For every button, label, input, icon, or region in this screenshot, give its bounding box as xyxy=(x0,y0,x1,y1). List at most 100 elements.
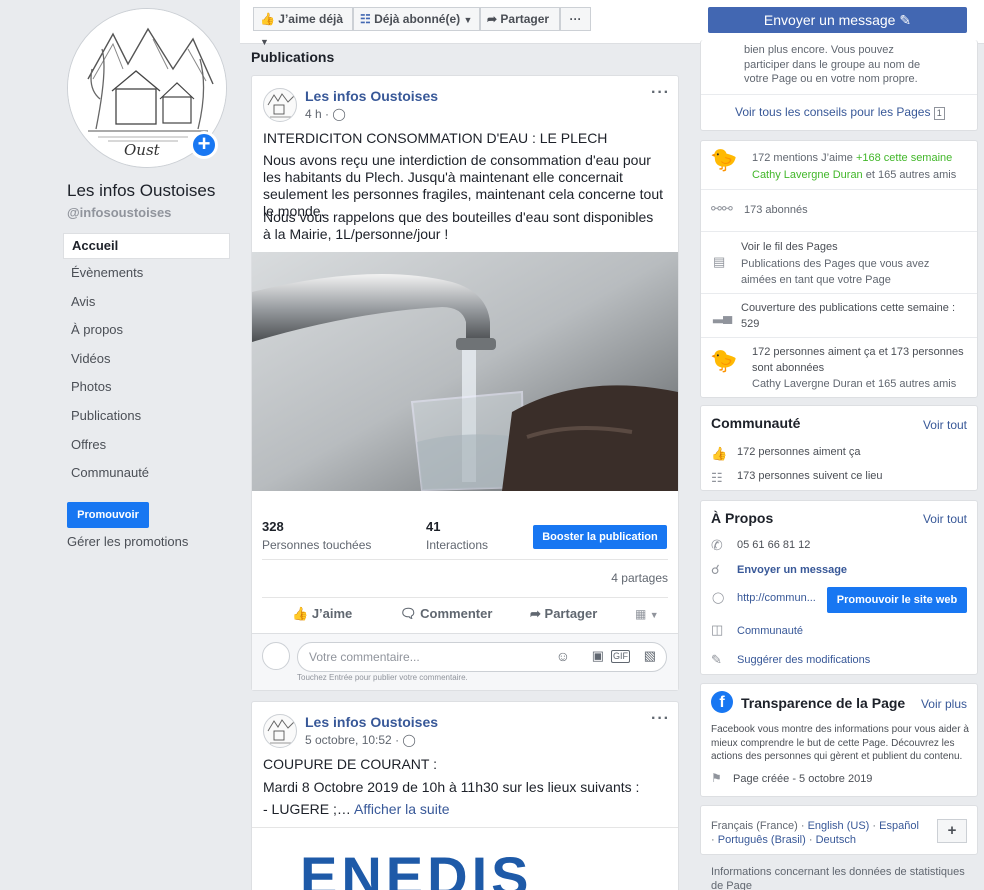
post-paragraph: Nous vous rappelons que des bouteilles d… xyxy=(263,209,654,242)
camera-icon[interactable]: ▣ xyxy=(592,648,604,664)
nav-item-offres[interactable]: Offres xyxy=(63,431,230,460)
share-arrow-icon: ➦ xyxy=(530,606,541,621)
nav-item-photos[interactable]: Photos xyxy=(63,373,230,402)
transparency-see-more[interactable]: Voir plus xyxy=(921,697,967,711)
community-likes[interactable]: 172 personnes aiment ça xyxy=(737,446,861,458)
share-page-button[interactable]: ➦ Partager xyxy=(480,7,560,31)
suggest-edits-link[interactable]: Suggérer des modifications xyxy=(737,654,870,666)
post-menu-icon[interactable]: ··· xyxy=(651,84,670,102)
comment-input[interactable]: Votre commentaire... ☺ ▣ GIF ▧ xyxy=(297,642,667,672)
category-link[interactable]: Communauté xyxy=(737,625,803,637)
feed-icon: ▤ xyxy=(713,254,726,269)
nav-item-accueil[interactable]: Accueil xyxy=(63,233,230,259)
nav-item-videos[interactable]: Vidéos xyxy=(63,345,230,374)
more-options-button[interactable]: ··· xyxy=(560,7,591,31)
post-timestamp[interactable]: 5 octobre, 10:52 · ◯ xyxy=(305,733,416,747)
language-sep: · xyxy=(711,834,715,846)
insights-footer[interactable]: Informations concernant les données de s… xyxy=(711,865,973,890)
post-author-name[interactable]: Les infos Oustoises xyxy=(305,88,438,104)
send-message-button[interactable]: Envoyer un message ✎ xyxy=(708,7,967,33)
summary-text: 172 personnes aiment ça et 173 personnes… xyxy=(752,344,967,392)
add-photo-icon[interactable]: + xyxy=(190,131,218,159)
post-card: Les infos Oustoises 4 h · ◯ ··· INTERDIC… xyxy=(251,75,679,691)
nav-item-avis[interactable]: Avis xyxy=(63,288,230,317)
manage-promotions-link[interactable]: Gérer les promotions xyxy=(67,534,188,549)
subscribed-button[interactable]: ☷ Déjà abonné(e) ▼ xyxy=(353,7,480,31)
comment-bubble-icon: 🗨 xyxy=(400,606,417,621)
page-nav: Accueil Évènements Avis À propos Vidéos … xyxy=(63,233,230,488)
audience-selector[interactable]: ▦ ▼ xyxy=(635,607,659,621)
transparency-title: Transparence de la Page xyxy=(741,695,906,711)
shares-count[interactable]: 4 partages xyxy=(611,571,668,585)
interactions-value: 41 xyxy=(426,519,441,534)
globe-icon: ◯ xyxy=(332,107,346,121)
share-button[interactable]: ➦ Partager xyxy=(530,606,597,622)
community-follows[interactable]: 173 personnes suivent ce lieu xyxy=(737,470,883,482)
transparency-card: f Transparence de la Page Voir plus Face… xyxy=(700,683,978,797)
emoji-icon[interactable]: ☺ xyxy=(556,648,570,664)
like-label: J’aime xyxy=(311,606,353,621)
liked-button-label: J’aime déjà xyxy=(278,12,344,26)
nav-item-publications[interactable]: Publications xyxy=(63,402,230,431)
summary-friends: Cathy Lavergne Duran et 165 autres amis xyxy=(752,378,957,390)
language-german[interactable]: Deutsch xyxy=(816,834,856,846)
nav-item-evenements[interactable]: Évènements xyxy=(63,259,230,288)
comment-label: Commenter xyxy=(420,606,493,621)
caret-down-icon: ▼ xyxy=(463,15,473,25)
like-button[interactable]: 👍 J’aime xyxy=(292,606,352,622)
gif-icon[interactable]: GIF xyxy=(611,650,630,663)
post-photo[interactable] xyxy=(252,252,678,491)
post-time: 4 h · xyxy=(305,107,330,121)
share-arrow-icon: ➦ xyxy=(487,12,498,26)
pencil-icon: ✎ xyxy=(711,652,722,667)
website-link[interactable]: http://commun... xyxy=(737,592,816,604)
promote-button[interactable]: Promouvoir xyxy=(67,502,149,528)
language-spanish[interactable]: Español xyxy=(879,820,919,832)
promote-website-button[interactable]: Promouvoir le site web xyxy=(827,587,967,613)
about-send-message[interactable]: Envoyer un message xyxy=(737,564,847,576)
see-more-link[interactable]: Afficher la suite xyxy=(354,801,449,817)
page-name[interactable]: Les infos Oustoises xyxy=(67,181,215,201)
about-see-all[interactable]: Voir tout xyxy=(923,512,967,526)
pages-feed-row[interactable]: ▤ Voir le fil des Pages Publications des… xyxy=(701,231,977,293)
post-author-avatar[interactable] xyxy=(263,88,297,122)
friend-name: Cathy Lavergne Duran xyxy=(752,169,863,181)
comment-hint: Touchez Entrée pour publier votre commen… xyxy=(297,673,468,682)
post-menu-icon[interactable]: ··· xyxy=(651,710,670,728)
nav-item-communaute[interactable]: Communauté xyxy=(63,459,230,488)
add-language-button[interactable]: + xyxy=(937,819,967,843)
community-title: Communauté xyxy=(711,415,801,431)
phone-number[interactable]: 05 61 66 81 12 xyxy=(737,539,810,551)
divider xyxy=(701,94,977,95)
likes-stat[interactable]: 172 mentions J’aime +168 cette semaine C… xyxy=(752,150,956,184)
sticker-icon[interactable]: ▧ xyxy=(644,648,656,664)
post-author-name[interactable]: Les infos Oustoises xyxy=(305,714,438,730)
boost-post-button[interactable]: Booster la publication xyxy=(533,525,667,549)
divider xyxy=(262,597,668,598)
liked-button[interactable]: 👍 J’aime déjà ▼ xyxy=(253,7,353,47)
current-language: Français (France) xyxy=(711,820,798,832)
page-avatar-small-icon: ▦ xyxy=(635,607,647,621)
people-icon: ⚯⚯ xyxy=(711,201,733,216)
nav-item-a-propos[interactable]: À propos xyxy=(63,316,230,345)
comment-placeholder: Votre commentaire... xyxy=(309,650,420,664)
community-see-all[interactable]: Voir tout xyxy=(923,418,967,432)
rss-icon: ☷ xyxy=(360,12,371,26)
reach-row[interactable]: ▂▄ Couverture des publications cette sem… xyxy=(701,293,977,337)
left-sidebar: Oust + Les infos Oustoises @infosoustois… xyxy=(0,0,240,890)
publications-heading: Publications xyxy=(251,49,335,65)
subscribed-button-label: Déjà abonné(e) xyxy=(374,12,461,26)
language-sep: · xyxy=(808,834,813,846)
language-english[interactable]: English (US) xyxy=(808,820,870,832)
tips-line: bien plus encore. Vous pouvez xyxy=(744,44,894,56)
thumbs-up-icon: 👍 xyxy=(292,606,309,621)
village-drawing-icon xyxy=(267,719,295,744)
summary-row[interactable]: 🐤 172 personnes aiment ça et 173 personn… xyxy=(701,337,977,397)
page-handle[interactable]: @infosoustoises xyxy=(67,205,171,220)
followers-row[interactable]: ⚯⚯ 173 abonnés xyxy=(701,189,977,231)
post-author-avatar[interactable] xyxy=(263,714,297,748)
all-tips-link[interactable]: Voir tous les conseils pour les Pages 1 xyxy=(735,105,945,120)
comment-button[interactable]: 🗨 Commenter xyxy=(400,606,492,622)
language-portuguese[interactable]: Português (Brasil) xyxy=(718,834,806,846)
post-timestamp[interactable]: 4 h · ◯ xyxy=(305,107,346,121)
